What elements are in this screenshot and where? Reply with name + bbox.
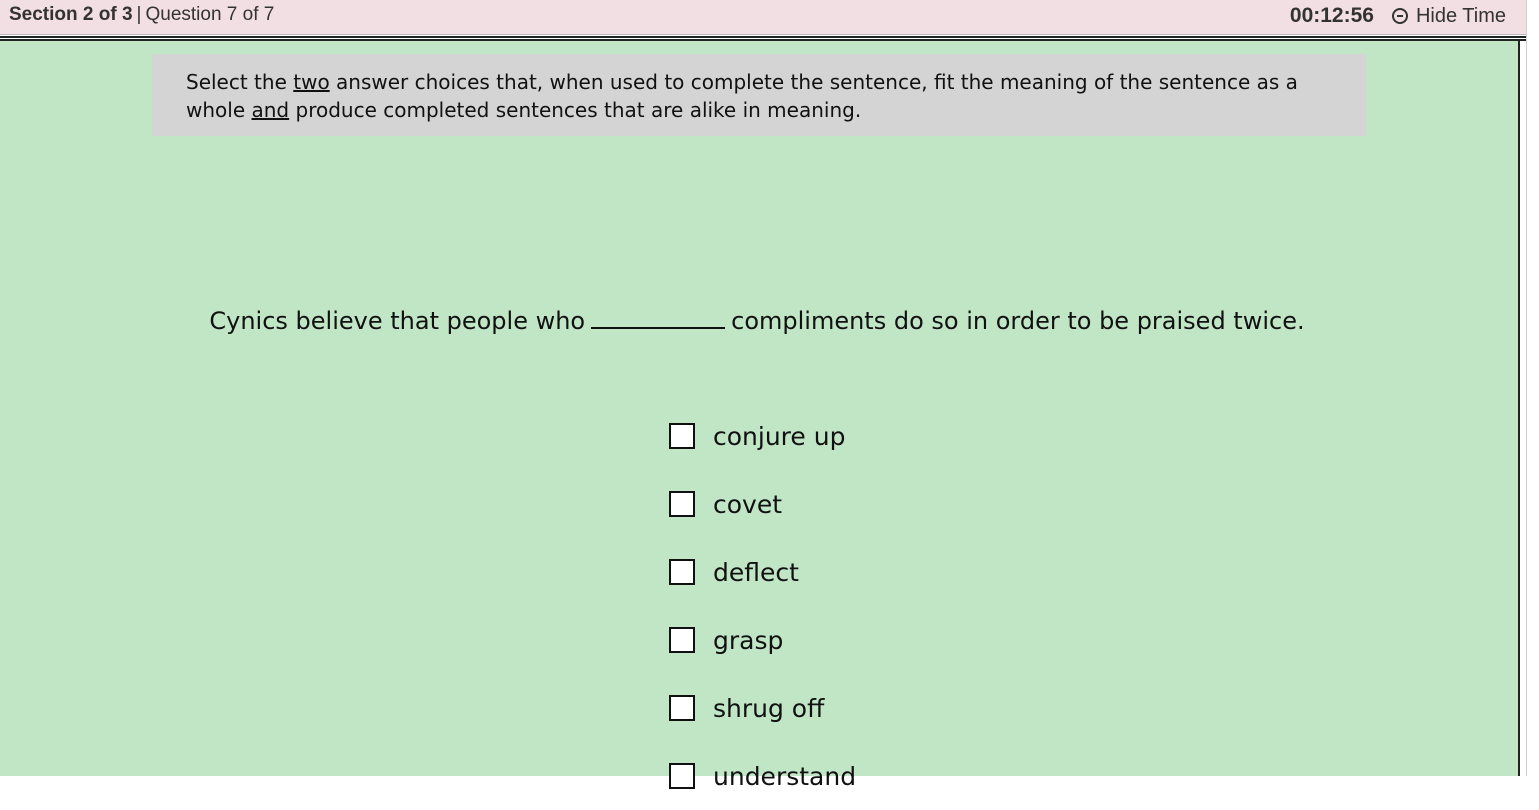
choice-label: conjure up [713, 421, 846, 451]
choice-label: deflect [713, 557, 799, 587]
choice-checkbox[interactable] [669, 695, 695, 721]
choice-label: covet [713, 489, 783, 519]
answer-choice[interactable]: deflect [669, 538, 856, 606]
choice-checkbox[interactable] [669, 491, 695, 517]
question-counter: Question 7 of 7 [145, 4, 275, 25]
top-bar: Section 2 of 3 | Question 7 of 7 00:12:56 … [0, 0, 1526, 35]
choice-checkbox[interactable] [669, 763, 695, 789]
question-text-after: compliments do so in order to be praised… [731, 307, 1305, 335]
question-area: Select the two answer choices that, when… [0, 41, 1520, 791]
answer-choice[interactable]: shrug off [669, 674, 856, 742]
hide-time-button[interactable]: Hide Time [1391, 4, 1506, 28]
choice-checkbox[interactable] [669, 559, 695, 585]
answer-choice[interactable]: covet [669, 470, 856, 538]
question-text-before: Cynics believe that people who [209, 307, 586, 335]
answer-choice[interactable]: understand [669, 742, 856, 810]
question-sentence: Cynics believe that people who compliment… [0, 307, 1514, 335]
directions-text-3: produce completed sentences that are ali… [289, 98, 862, 122]
answer-choice[interactable]: grasp [669, 606, 856, 674]
directions-emphasis-two: two [293, 70, 330, 94]
answer-choice[interactable]: conjure up [669, 402, 856, 470]
choice-checkbox[interactable] [669, 627, 695, 653]
answer-choices: conjure up covet deflect grasp shrug off… [669, 402, 856, 810]
section-counter: Section 2 of 3 [9, 4, 133, 25]
choice-label: understand [713, 761, 857, 791]
timer: 00:12:56 [1289, 4, 1374, 27]
progress-indicator: Section 2 of 3 | Question 7 of 7 [9, 4, 274, 26]
choice-label: grasp [713, 625, 784, 655]
sentence-blank [591, 326, 726, 329]
separator: | [136, 4, 142, 25]
choice-label: shrug off [713, 693, 825, 723]
directions-emphasis-and: and [251, 98, 290, 122]
timer-area: 00:12:56 Hide Time [1290, 4, 1506, 28]
directions-text-1: Select the [186, 70, 294, 94]
window-edge [1526, 0, 1539, 776]
minus-circle-icon [1391, 8, 1408, 24]
directions-box: Select the two answer choices that, when… [152, 54, 1366, 136]
hide-time-label: Hide Time [1415, 4, 1506, 27]
choice-checkbox[interactable] [669, 423, 695, 449]
